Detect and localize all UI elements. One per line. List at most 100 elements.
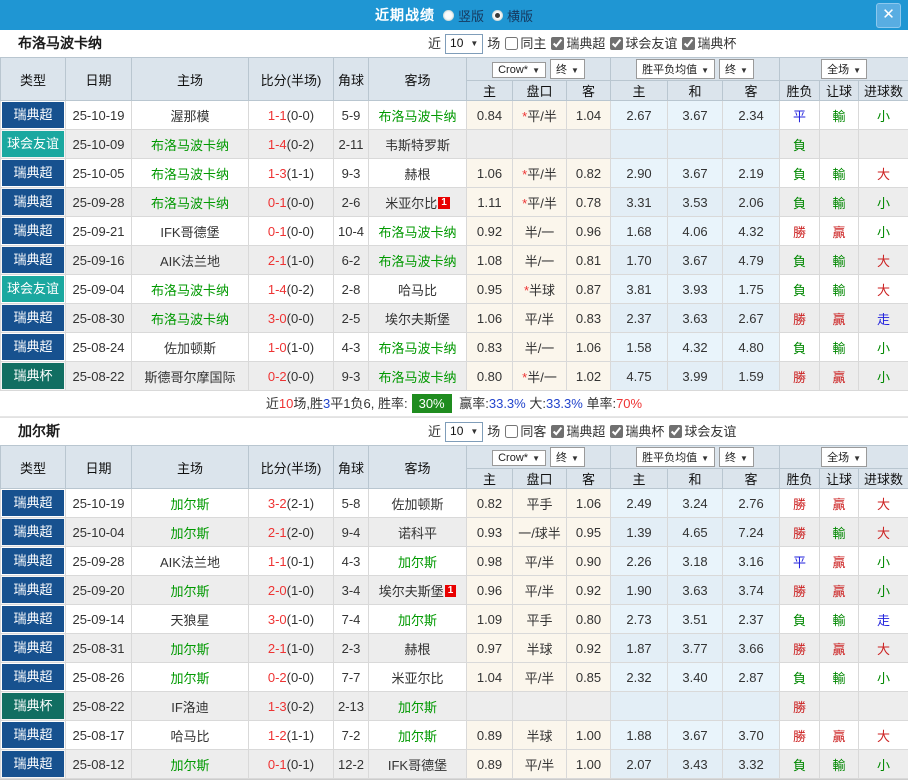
result-handicap: 贏 [820, 489, 859, 518]
home-team-name: 布洛马波卡纳 [151, 283, 229, 298]
league-type-cell: 瑞典超 [1, 333, 66, 362]
league-filter-3[interactable]: 球会友谊 [668, 418, 736, 445]
column-subheader: 进球数 [859, 81, 908, 101]
avg-draw: 3.67 [668, 721, 723, 750]
same-venue-filter[interactable]: 同主 [504, 30, 546, 57]
corners-cell: 2-13 [334, 692, 369, 721]
column-header: 比分(半场) [249, 58, 334, 101]
league-filter-2[interactable]: 球会友谊 [609, 30, 677, 57]
half-time-score: (1-0) [287, 253, 314, 268]
result-wdl: 平 [780, 547, 820, 576]
radio-selected-icon [492, 10, 503, 21]
odds-company-select[interactable]: Crow*▼ [492, 62, 546, 78]
same-venue-filter[interactable]: 同客 [504, 418, 546, 445]
odds-home: 0.89 [467, 721, 513, 750]
avg-select[interactable]: 胜平负均值▼ [636, 59, 715, 79]
odds-home: 0.83 [467, 333, 513, 362]
league-badge: 球会友谊 [2, 131, 64, 157]
avg-away: 3.74 [723, 576, 780, 605]
column-subheader: 客 [567, 81, 611, 101]
league-checkbox[interactable] [610, 37, 623, 50]
league-checkbox[interactable] [551, 37, 564, 50]
result-handicap: 輸 [820, 663, 859, 692]
odds-handicap: 平手 [513, 605, 567, 634]
odds-company-select[interactable]: Crow*▼ [492, 450, 546, 466]
league-filter-1[interactable]: 瑞典超 [550, 30, 605, 57]
odds-term-select-value: 终 [556, 64, 567, 76]
summary-part: 胜率: [378, 396, 408, 411]
avg-term-select[interactable]: 终▼ [719, 59, 754, 79]
league-checkbox[interactable] [551, 425, 564, 438]
league-checkbox[interactable] [610, 425, 623, 438]
result-handicap: 輸 [820, 605, 859, 634]
match-count-select[interactable]: 10 ▼ [445, 422, 483, 442]
away-team-name: 布洛马波卡纳 [378, 225, 456, 240]
handicap-text: 平/半 [527, 167, 557, 182]
home-team: 加尔斯 [132, 518, 249, 547]
column-subheader: 主 [467, 81, 513, 101]
league-type-cell: 瑞典超 [1, 605, 66, 634]
league-filter-2[interactable]: 瑞典杯 [609, 418, 664, 445]
match-date: 25-09-21 [66, 217, 132, 246]
record-summary: 近10场,胜3平1负6, 胜率:30% 赢率:33.3% 大:33.3% 单率:… [0, 391, 908, 417]
avg-draw [668, 130, 723, 159]
odds-handicap: 半/一 [513, 217, 567, 246]
column-header: 主场 [132, 446, 249, 489]
summary-part: 场,胜 [293, 396, 323, 411]
odds-away: 0.85 [567, 663, 611, 692]
odds-away [567, 692, 611, 721]
panel-title: 近期战绩 [375, 5, 435, 25]
home-team: IF洛迪 [132, 692, 249, 721]
red-card-badge: 1 [445, 585, 457, 597]
league-badge: 瑞典超 [2, 548, 64, 574]
layout-radio-vertical[interactable]: 竖版 [443, 6, 484, 25]
score-cell: 0-1(0-0) [249, 188, 334, 217]
odds-term-select[interactable]: 终▼ [550, 447, 585, 467]
away-team-name: 佐加顿斯 [391, 497, 443, 512]
full-time-score: 1-4 [268, 282, 287, 297]
layout-radio-horizontal[interactable]: 横版 [492, 6, 533, 25]
same-venue-checkbox[interactable] [505, 425, 518, 438]
close-button[interactable]: ✕ [876, 3, 901, 28]
avg-term-select[interactable]: 终▼ [719, 447, 754, 467]
matches-table: 类型日期主场比分(半场)角球客场Crow*▼终▼胜平负均值▼终▼全场▼主盘口客主… [0, 445, 908, 779]
same-venue-checkbox[interactable] [505, 37, 518, 50]
result-goals: 走 [859, 304, 908, 333]
league-filter-1[interactable]: 瑞典超 [550, 418, 605, 445]
avg-home: 3.31 [611, 188, 668, 217]
league-filter-3[interactable]: 瑞典杯 [681, 30, 736, 57]
corners-cell: 12-2 [334, 750, 369, 779]
handicap-text: 平/半 [527, 109, 557, 124]
home-team-name: 渥那模 [170, 109, 209, 124]
away-team: 米亚尔比1 [369, 188, 467, 217]
league-type-cell: 瑞典超 [1, 246, 66, 275]
league-type-cell: 瑞典超 [1, 750, 66, 779]
scope-select[interactable]: 全场▼ [821, 447, 867, 467]
match-count-select[interactable]: 10 ▼ [445, 34, 483, 54]
avg-away: 2.19 [723, 159, 780, 188]
league-checkbox[interactable] [682, 37, 695, 50]
result-goals: 小 [859, 547, 908, 576]
full-time-score: 2-1 [268, 525, 287, 540]
half-time-score: (0-0) [287, 369, 314, 384]
result-handicap: 輸 [820, 750, 859, 779]
chevron-down-icon: ▼ [853, 454, 861, 463]
result-goals: 大 [859, 518, 908, 547]
column-header: 日期 [66, 446, 132, 489]
avg-away: 2.76 [723, 489, 780, 518]
league-checkbox[interactable] [669, 425, 682, 438]
avg-away: 3.32 [723, 750, 780, 779]
odds-handicap: 平/半 [513, 663, 567, 692]
result-handicap: 贏 [820, 576, 859, 605]
odds-away: 1.00 [567, 750, 611, 779]
avg-select[interactable]: 胜平负均值▼ [636, 447, 715, 467]
column-subheader: 客 [723, 81, 780, 101]
odds-term-select[interactable]: 终▼ [550, 59, 585, 79]
column-subheader: 盘口 [513, 469, 567, 489]
scope-select[interactable]: 全场▼ [821, 59, 867, 79]
match-row: 瑞典超25-08-24佐加顿斯1-0(1-0)4-3布洛马波卡纳0.83半/一1… [1, 333, 908, 362]
result-handicap: 輸 [820, 246, 859, 275]
avg-draw: 3.67 [668, 246, 723, 275]
away-team: 埃尔夫斯堡1 [369, 576, 467, 605]
result-goals: 小 [859, 362, 908, 391]
